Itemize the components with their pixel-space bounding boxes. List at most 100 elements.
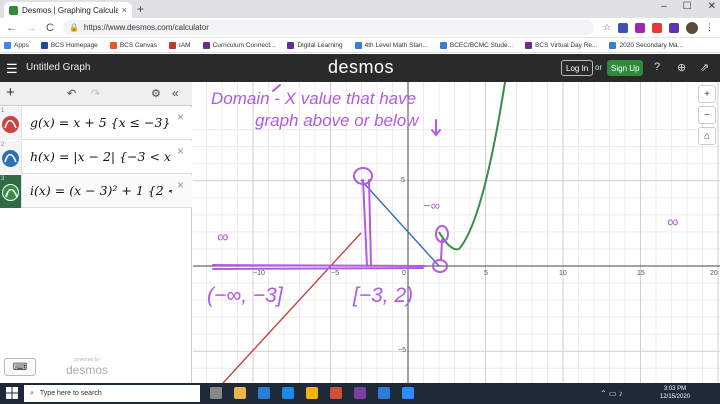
bookmark-curriculum-connect[interactable]: Curriculum Connect...: [202, 41, 275, 49]
extension-icon[interactable]: [635, 22, 645, 33]
new-tab-button[interactable]: +: [137, 2, 144, 16]
delete-expression-icon[interactable]: ×: [177, 178, 184, 192]
keyboard-toggle-icon[interactable]: ⌨: [4, 358, 36, 376]
login-button[interactable]: Log In: [561, 60, 594, 76]
x-tick-label: 20: [710, 270, 718, 277]
bookmark-star-icon[interactable]: ☆: [603, 22, 611, 33]
y-tick-label: −5: [398, 347, 406, 354]
bookmark-bcec-bcmc[interactable]: BCEC/BCMC Stude...: [439, 41, 514, 49]
bookmark-iam[interactable]: IAM: [169, 41, 191, 49]
home-icon[interactable]: ⌂: [698, 127, 716, 145]
graph-toggle-icon[interactable]: [2, 150, 19, 167]
clock-time: 3:03 PM: [663, 386, 687, 392]
chrome-icon[interactable]: [306, 387, 318, 399]
expression-list: + ↶ ↷ ⚙ « 1 g(x) = x + 5 {x ≤ −3} × 2 h(…: [0, 82, 192, 383]
extension-icon[interactable]: [652, 22, 662, 33]
graph-canvas[interactable]: −10 −5 0 5 10 15 20 5 −5 Domain - X valu…: [193, 82, 720, 383]
x-tick-label: 0: [402, 270, 406, 277]
bookmark-icon: [40, 41, 48, 49]
bookmark-4th-level-math[interactable]: 4th Level Math Stan...: [354, 41, 428, 49]
redo-icon[interactable]: ↷: [91, 87, 100, 100]
function-curve-h[interactable]: [360, 179, 440, 267]
bookmark-2020-secondary[interactable]: 2020 Secondary Ma...: [609, 41, 683, 49]
mail-icon[interactable]: [282, 387, 294, 399]
graph-toggle-icon[interactable]: [2, 184, 19, 201]
system-tray[interactable]: ⌃ ▭ ♪: [600, 389, 623, 398]
function-curve-i[interactable]: [438, 82, 506, 251]
annotation-text: −∞: [423, 198, 440, 213]
collapse-list-icon[interactable]: «: [172, 86, 179, 100]
onenote-icon[interactable]: [354, 387, 366, 399]
add-item-button[interactable]: +: [6, 84, 15, 101]
zoom-out-button[interactable]: −: [698, 106, 716, 124]
expression-index: 3: [1, 176, 5, 182]
graph-title[interactable]: Untitled Graph: [26, 62, 90, 73]
back-button[interactable]: ←: [6, 22, 17, 34]
annotation-stroke: [440, 239, 443, 261]
share-icon[interactable]: ⇗: [700, 61, 709, 74]
bookmark-bcs-homepage[interactable]: BCS Homepage: [40, 41, 98, 49]
expression-row-g[interactable]: 1 g(x) = x + 5 {x ≤ −3} ×: [0, 107, 192, 140]
hamburger-menu-icon[interactable]: ☰: [6, 61, 18, 77]
file-explorer-icon[interactable]: [234, 387, 246, 399]
edge-icon[interactable]: [258, 387, 270, 399]
taskbar-search-box[interactable]: ⌕ Type here to search: [24, 385, 200, 402]
powerpoint-icon[interactable]: [330, 387, 342, 399]
graph-toggle-icon[interactable]: [2, 116, 19, 133]
settings-gear-icon[interactable]: ⚙: [151, 87, 161, 100]
extension-icon[interactable]: [669, 22, 679, 33]
expression-index: 2: [1, 142, 5, 148]
taskbar-apps: [210, 387, 414, 399]
forward-button[interactable]: →: [26, 22, 37, 34]
close-window-button[interactable]: ✕: [708, 1, 716, 12]
expression-formula[interactable]: g(x) = x + 5 {x ≤ −3}: [30, 115, 172, 130]
bookmark-digital-learning[interactable]: Digital Learning: [287, 41, 343, 49]
profile-avatar[interactable]: [686, 21, 698, 34]
reload-button[interactable]: C: [46, 22, 54, 34]
browser-menu-icon[interactable]: ⋮: [705, 22, 714, 33]
desmos-header: ☰ Untitled Graph desmos Log In or Sign U…: [0, 54, 720, 82]
function-curve-g[interactable]: [222, 232, 362, 383]
graph-zoom-tools: + − ⌂: [698, 82, 718, 145]
delete-expression-icon[interactable]: ×: [177, 110, 184, 124]
powered-by-desmos[interactable]: powered by desmos: [66, 357, 108, 377]
tab-close-icon[interactable]: ×: [122, 5, 127, 15]
task-view-icon[interactable]: [210, 387, 222, 399]
taskbar-clock[interactable]: 3:03 PM 12/15/2020: [660, 385, 690, 401]
url-bar[interactable]: 🔒 https://www.desmos.com/calculator: [62, 20, 594, 35]
app-icon[interactable]: [378, 387, 390, 399]
graph-paper[interactable]: −10 −5 0 5 10 15 20 5 −5 Domain - X valu…: [193, 82, 720, 383]
signup-button[interactable]: Sign Up: [607, 60, 644, 76]
maximize-button[interactable]: ☐: [683, 1, 692, 12]
bookmark-label: 4th Level Math Stan...: [364, 41, 428, 49]
undo-icon[interactable]: ↶: [67, 87, 76, 100]
or-text: or: [595, 63, 603, 72]
expression-gutter: 3: [0, 175, 22, 208]
expression-row-h[interactable]: 2 h(x) = |x − 2| {−3 < x < 2 ×: [0, 141, 192, 174]
annotation-text: [−3, 2): [352, 284, 413, 307]
help-icon[interactable]: ?: [654, 61, 660, 73]
zoom-icon[interactable]: [402, 387, 414, 399]
bookmark-icon: [609, 41, 617, 49]
annotation-text: (−∞, −3]: [207, 284, 284, 307]
browser-tab[interactable]: Desmos | Graphing Calculator ×: [4, 2, 132, 18]
zoom-in-button[interactable]: +: [698, 85, 716, 103]
language-icon[interactable]: ⊕: [677, 61, 686, 74]
bookmark-bcs-virtual-day[interactable]: BCS Virtual Day Re...: [525, 41, 597, 49]
annotation-stroke: [212, 264, 426, 267]
y-tick-label: 5: [401, 177, 405, 184]
bookmark-label: BCEC/BCMC Stude...: [449, 41, 514, 49]
bookmark-apps[interactable]: Apps: [4, 41, 29, 49]
expression-gutter: 2: [0, 141, 22, 174]
delete-expression-icon[interactable]: ×: [177, 144, 184, 158]
extension-icon[interactable]: [618, 22, 628, 33]
expression-formula[interactable]: i(x) = (x − 3)² + 1 {2 < x}: [30, 183, 172, 198]
apps-grid-icon: [4, 41, 11, 49]
windows-taskbar: ⌕ Type here to search ⌃ ▭ ♪ 3:03 PM 12/1…: [0, 383, 720, 404]
bookmark-bcs-canvas[interactable]: BCS Canvas: [109, 41, 157, 49]
bookmark-label: Apps: [14, 41, 29, 49]
windows-start-icon[interactable]: [6, 387, 18, 399]
expression-row-i[interactable]: 3 i(x) = (x − 3)² + 1 {2 < x} ×: [0, 175, 192, 208]
expression-formula[interactable]: h(x) = |x − 2| {−3 < x < 2: [30, 149, 172, 164]
minimize-button[interactable]: –: [661, 1, 667, 12]
